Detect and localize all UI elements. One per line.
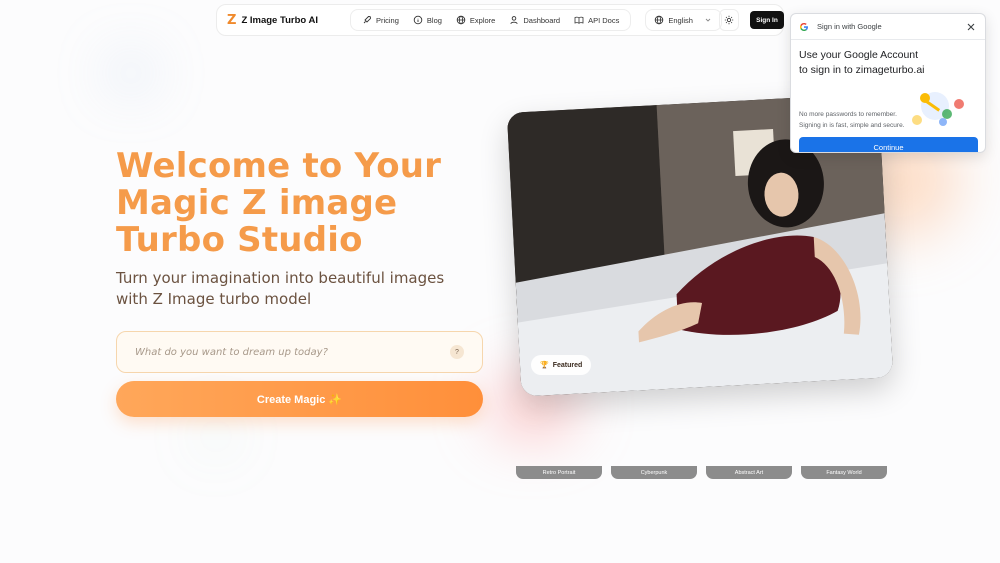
create-magic-button[interactable]: Create Magic ✨ [116,381,483,417]
nav-link-label: Dashboard [523,15,561,25]
google-signin-popup: Sign in with Google Use your Google Acco… [790,13,986,153]
prompt-input[interactable] [135,346,450,358]
language-selector[interactable]: English [645,9,722,31]
google-popup-header-title: Sign in with Google [817,22,882,31]
featured-badge-label: Featured [552,361,583,369]
google-continue-button[interactable]: Continue [799,137,978,152]
user-icon [509,15,519,25]
close-icon[interactable] [965,21,977,33]
hero-subtitle: Turn your imagination into beautiful ima… [116,269,445,308]
featured-badge: 🏆 Featured [531,355,592,375]
google-popup-header: Sign in with Google [791,14,985,40]
sun-icon [724,15,734,25]
help-button[interactable]: ? [450,345,464,359]
brand-logo: Z [227,12,237,28]
trophy-icon: 🏆 [540,362,549,369]
google-popup-description: No more passwords to remember. Signing i… [799,111,905,129]
nav-link-label: Blog [426,15,442,25]
hero-title: Welcome to Your Magic Z image Turbo Stud… [116,146,442,260]
rocket-icon [362,15,372,25]
style-presets: Retro Portrait Cyberpunk Abstract Art Fa… [516,466,887,479]
nav-links: Pricing Blog Explore Dashboard API Docs [349,9,632,31]
nav-link-explore[interactable]: Explore [451,15,500,25]
style-cyberpunk[interactable]: Cyberpunk [611,466,697,479]
style-abstract-art[interactable]: Abstract Art [706,466,792,479]
nav-link-pricing[interactable]: Pricing [357,15,404,25]
info-circle-icon [413,15,423,25]
style-fantasy-world[interactable]: Fantasy World [801,466,887,479]
globe-icon [654,15,664,25]
background-blur-blue [110,58,152,88]
nav-link-dashboard[interactable]: Dashboard [504,15,565,25]
brand[interactable]: Z Z Image Turbo AI [227,13,318,28]
nav-link-label: API Docs [588,15,620,25]
book-icon [574,15,584,25]
nav-link-api-docs[interactable]: API Docs [569,15,624,25]
theme-toggle-button[interactable] [719,9,739,31]
language-label: English [668,15,693,25]
keys-illustration-icon [912,92,964,126]
brand-name: Z Image Turbo AI [241,14,318,26]
nav-link-label: Explore [469,15,496,25]
google-popup-title: Use your Google Account to sign in to zi… [799,49,925,76]
style-retro-portrait[interactable]: Retro Portrait [516,466,602,479]
top-navbar: Z Z Image Turbo AI Pricing Blog Explore [216,4,784,36]
nav-link-label: Pricing [375,15,399,25]
background-blur-green [205,428,227,444]
chevron-down-icon [703,15,713,25]
nav-link-blog[interactable]: Blog [408,15,447,25]
prompt-box: ? [116,331,483,373]
sign-in-button[interactable]: Sign In [750,11,784,29]
globe-icon [456,15,466,25]
google-icon [799,22,809,32]
